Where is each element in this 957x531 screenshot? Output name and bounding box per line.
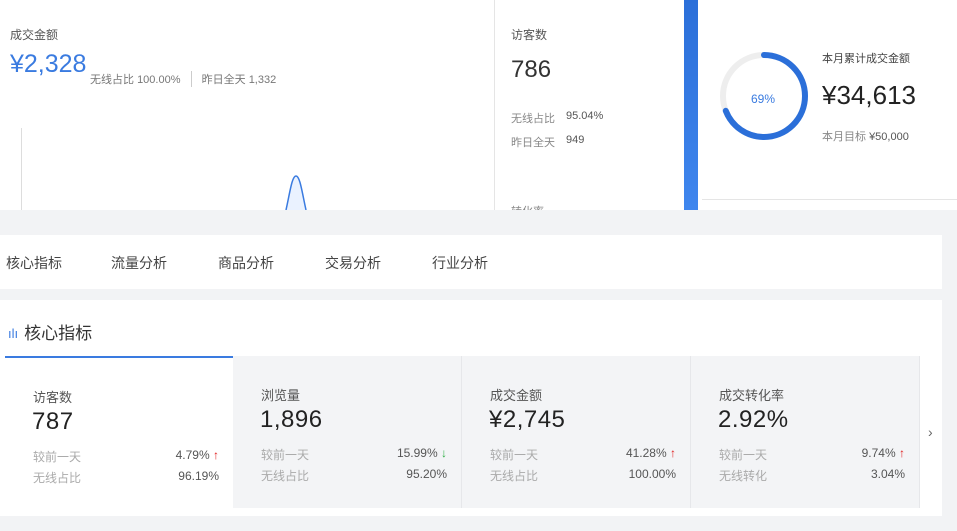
visitor-count: 786 (511, 56, 552, 83)
analysis-tabs: 核心指标 流量分析 商品分析 交易分析 行业分析 (0, 235, 942, 289)
conversion-label-partial: 转化率 (511, 203, 544, 210)
metric-compare-row: 较前一天 41.28% ↑ (490, 446, 676, 463)
metric-compare-row: 较前一天 9.74% ↑ (719, 446, 905, 463)
metric-sub-row: 无线占比 100.00% (490, 467, 676, 484)
monthly-target-label: 本月目标 (822, 131, 866, 143)
chevron-right-icon[interactable]: › (928, 424, 933, 440)
metric-value: 787 (32, 408, 74, 435)
monthly-target-value: ¥50,000 (869, 131, 909, 143)
metric-compare-number: 9.74% (861, 446, 896, 460)
metric-value: 2.92% (718, 406, 789, 433)
metric-sub-value: 95.20% (406, 467, 447, 481)
metric-sub-value: 96.19% (178, 469, 219, 483)
sales-meta: 无线占比 100.00% 昨日全天 1,332 (90, 71, 276, 87)
metric-compare-number: 41.28% (625, 446, 667, 460)
sales-wireless-label: 无线占比 (90, 74, 134, 86)
metric-sub-label: 无线占比 (33, 471, 82, 485)
accent-bar (684, 0, 698, 210)
sales-yesterday-value: 1,332 (248, 74, 277, 86)
divider (702, 199, 957, 200)
metric-sub-label: 无线占比 (490, 469, 539, 483)
metric-sub-value: 3.04% (870, 467, 905, 481)
monthly-sales-label: 本月累计成交金额 (822, 53, 910, 65)
metric-compare-value: 9.74% ↑ (862, 446, 905, 460)
metric-card-pageviews[interactable]: 浏览量 1,896 较前一天 15.99% ↓ 无线占比 95.20% (233, 356, 462, 508)
metric-compare-value: 15.99% ↓ (397, 446, 447, 460)
metric-value: ¥2,745 (489, 406, 566, 433)
metric-sub-row: 无线占比 96.19% (33, 469, 219, 486)
visitor-yesterday-row: 昨日全天 949 (511, 134, 631, 150)
metric-compare-value: 4.79% ↑ (176, 448, 219, 462)
tab-trade-analysis[interactable]: 交易分析 (325, 253, 381, 273)
tab-traffic-analysis[interactable]: 流量分析 (111, 253, 167, 273)
visitor-wireless-value: 95.04% (566, 110, 604, 122)
metric-card-sales-amount[interactable]: 成交金额 ¥2,745 较前一天 41.28% ↑ 无线占比 100.00% (462, 356, 691, 508)
tab-product-analysis[interactable]: 商品分析 (218, 253, 274, 273)
metric-label: 成交转化率 (719, 388, 785, 403)
metric-compare-row: 较前一天 15.99% ↓ (261, 446, 447, 463)
metric-compare-label: 较前一天 (33, 450, 82, 464)
divider (494, 0, 495, 210)
metric-label: 访客数 (33, 390, 73, 405)
metric-sub-row: 无线占比 95.20% (261, 467, 447, 484)
bar-chart-icon: ılı (8, 326, 19, 341)
metric-sub-label: 无线转化 (719, 469, 768, 483)
metric-compare-row: 较前一天 4.79% ↑ (33, 448, 219, 465)
sales-summary: 成交金额 ¥2,328 无线占比 100.00% 昨日全天 1,332 (0, 0, 494, 210)
divider (190, 71, 192, 87)
metric-label: 成交金额 (490, 388, 543, 403)
metric-value: 1,896 (260, 406, 323, 433)
tab-core-metrics[interactable]: 核心指标 (6, 253, 62, 273)
monthly-target: 本月目标 ¥50,000 (822, 128, 909, 144)
visitor-yesterday-label: 昨日全天 (511, 137, 555, 149)
panel-title-text: 核心指标 (24, 324, 93, 343)
metric-compare-number: 4.79% (175, 448, 210, 462)
visitor-wireless-row: 无线占比 95.04% (511, 110, 631, 126)
metric-card-conversion-rate[interactable]: 成交转化率 2.92% 较前一天 9.74% ↑ 无线转化 3.04% (691, 356, 920, 508)
visitor-wireless-label: 无线占比 (511, 113, 555, 125)
trend-up-icon: ↑ (899, 446, 905, 460)
sales-trend-axis (21, 128, 22, 210)
sales-wireless-value: 100.00% (137, 74, 181, 86)
visitor-label: 访客数 (511, 28, 548, 42)
sales-label: 成交金额 (10, 28, 59, 42)
monthly-target-card: 69% 本月累计成交金额 ¥34,613 本月目标 ¥50,000 (698, 0, 957, 210)
metric-sub-row: 无线转化 3.04% (719, 467, 905, 484)
overview-section: 成交金额 ¥2,328 无线占比 100.00% 昨日全天 1,332 访客数 … (0, 0, 957, 210)
progress-percent: 69% (751, 92, 776, 106)
tab-industry-analysis[interactable]: 行业分析 (432, 253, 488, 273)
metric-compare-number: 15.99% (396, 446, 438, 460)
metric-sub-label: 无线占比 (261, 469, 310, 483)
sales-amount: ¥2,328 (10, 50, 87, 78)
visitor-yesterday-value: 949 (566, 134, 585, 146)
trend-up-icon: ↑ (670, 446, 676, 460)
metric-compare-label: 较前一天 (490, 448, 539, 462)
metric-compare-label: 较前一天 (719, 448, 768, 462)
monthly-sales-amount: ¥34,613 (822, 80, 916, 110)
metric-sub-value: 100.00% (628, 467, 676, 481)
core-metrics-panel: ılı 核心指标 访客数 787 较前一天 4.79% ↑ 无线占比 96.19%… (0, 300, 942, 516)
metric-label: 浏览量 (261, 388, 301, 403)
sales-yesterday-label: 昨日全天 (201, 74, 246, 86)
sales-trend-spike (285, 175, 307, 210)
metric-compare-label: 较前一天 (261, 448, 310, 462)
trend-down-icon: ↓ (441, 446, 447, 460)
trend-up-icon: ↑ (213, 448, 219, 462)
metric-compare-value: 41.28% ↑ (626, 446, 676, 460)
panel-title: ılı 核心指标 (8, 319, 92, 344)
metric-card-visitors[interactable]: 访客数 787 较前一天 4.79% ↑ 无线占比 96.19% (5, 356, 234, 508)
visitor-summary: 访客数 786 无线占比 95.04% 昨日全天 949 转化率 (511, 0, 681, 210)
